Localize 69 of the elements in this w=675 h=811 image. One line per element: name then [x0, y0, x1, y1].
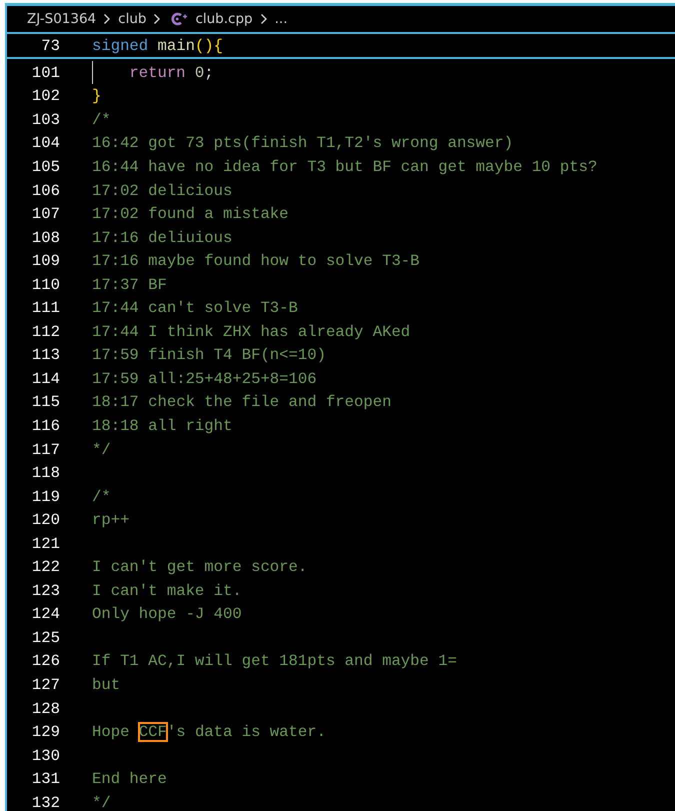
more-crumb[interactable]: ... [274, 11, 288, 27]
code-line: 17:02 delicious [92, 182, 232, 200]
line-number: 118 [30, 464, 60, 482]
line-number: 114 [30, 370, 60, 388]
line-number: 112 [30, 322, 60, 341]
chevron-icon [153, 13, 162, 25]
breadcrumb-item[interactable]: club [118, 11, 146, 27]
line-number: 111 [30, 299, 60, 318]
line-number: 117 [30, 440, 60, 459]
line-number: 121 [30, 534, 60, 553]
code-line: 16:44 have no idea for T3 but BF can get maybe 10 pts? [92, 158, 598, 176]
line-number: 129 [30, 723, 60, 742]
code-line: */ [92, 440, 111, 459]
code-line: rp++ [92, 511, 130, 530]
code-line: 18:18 all right [92, 416, 232, 435]
code-line: */ [92, 794, 111, 811]
line-number: 120 [30, 511, 60, 530]
code-line: End here [92, 770, 167, 788]
code-line: 17:16 maybe found how to solve T3-B [92, 252, 420, 270]
code-line: I can't get more score. [92, 558, 308, 576]
code-line: 17:44 I think ZHX has already AKed [92, 322, 410, 341]
line-number: 105 [30, 158, 60, 176]
line-number: 130 [30, 746, 60, 765]
line-number: 103 [30, 110, 60, 129]
code-line: but [92, 676, 120, 694]
line-number: 110 [30, 276, 60, 294]
code-line: 17:02 found a mistake [92, 205, 289, 224]
line-number: 122 [30, 558, 60, 576]
line-number: 106 [30, 182, 60, 200]
line-number: 115 [30, 393, 60, 412]
line-number: 101 [30, 64, 60, 82]
line-number: 125 [30, 628, 60, 647]
line-number: 102 [30, 87, 60, 106]
code-line: Only hope -J 400 [92, 605, 242, 624]
breadcrumb-item[interactable]: ZJ-S01364 [27, 11, 96, 27]
line-number: 119 [30, 488, 60, 506]
code-line: } [92, 87, 102, 106]
line-number: 116 [30, 416, 60, 435]
line-number: 73 [40, 36, 60, 54]
code-line: /* [92, 110, 111, 129]
code-line: 17:37 BF [92, 276, 167, 294]
line-number: 132 [30, 794, 60, 811]
chevron-icon [103, 13, 112, 25]
line-number: 104 [30, 134, 60, 152]
code-line: If T1 AC,I will get 181pts and maybe 1= [92, 652, 457, 670]
breadcrumb-item[interactable]: club.cpp [195, 11, 253, 27]
chevron-icon [260, 13, 268, 25]
line-number: 113 [30, 346, 60, 364]
line-number: 126 [30, 652, 60, 670]
code-line: 16:42 got 73 pts(finish T1,T2's wrong answer) [92, 134, 514, 152]
line-number: 128 [30, 700, 60, 718]
code-line: signed main(){ [92, 36, 224, 54]
cpp-file-icon [171, 12, 188, 26]
line-number: 108 [30, 228, 60, 247]
line-number: 123 [30, 582, 60, 600]
code-line: /* [92, 488, 111, 506]
line-number: 127 [30, 676, 60, 694]
line-number: 124 [30, 605, 60, 624]
code-line: I can't make it. [92, 582, 242, 600]
code-line: 17:44 can't solve T3-B [92, 299, 298, 318]
code-line: 17:59 finish T4 BF(n<=10) [92, 346, 326, 364]
code-line: Hope CCF's data is water. [92, 723, 326, 742]
line-number: 109 [30, 252, 60, 270]
code-line: 18:17 check the file and freopen [92, 393, 392, 412]
code-line: 17:16 deliuious [92, 228, 232, 247]
code-line: return 0; [129, 64, 214, 82]
line-number: 131 [30, 770, 60, 788]
code-line: 17:59 all:25+48+25+8=106 [92, 370, 317, 388]
line-number: 107 [30, 205, 60, 224]
